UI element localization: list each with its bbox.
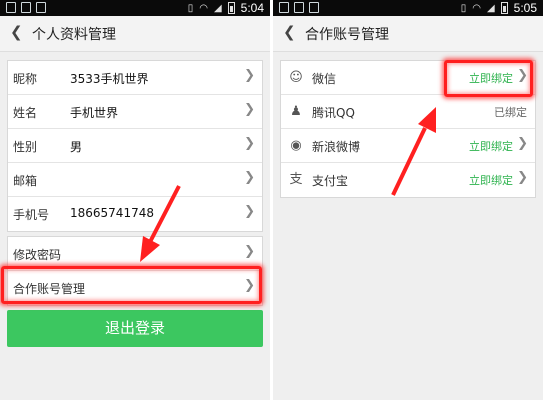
change-password-row[interactable]: 修改密码 ❯ [8,237,262,271]
account-row-qq[interactable]: ♟ 腾讯QQ 已绑定 [281,95,535,129]
account-name: 新浪微博 [312,140,361,154]
row-label: 手机号 [13,208,50,222]
profile-screen: ▯ ◠ ◢ 5:04 ❮ 个人资料管理 昵称 3533手机世界 ❯ 姓名 手机世… [0,0,270,400]
back-chevron-icon[interactable]: ❮ [10,23,23,41]
bind-now-button[interactable]: 立即绑定 [469,70,513,86]
status-bar: ▯ ◠ ◢ 5:04 [0,0,270,16]
chevron-right-icon: ❯ [517,68,528,83]
row-value: 3533手机世界 [70,72,149,86]
chevron-right-icon: ❯ [244,244,255,259]
notification-icon [279,2,289,13]
status-time: 5:04 [240,1,264,15]
vibrate-icon: ▯ [187,2,194,14]
account-row-weibo[interactable]: ◉ 新浪微博 立即绑定 ❯ [281,129,535,163]
profile-list: 昵称 3533手机世界 ❯ 姓名 手机世界 ❯ 性别 男 ❯ 邮箱 ❯ 手机号 … [7,60,263,232]
page-title: 个人资料管理 [32,27,116,43]
page-title: 合作账号管理 [305,27,389,43]
row-value: 18665741748 [70,206,154,220]
profile-row-phone[interactable]: 手机号 18665741748 ❯ [8,197,262,231]
signal-icon: ◢ [486,2,495,14]
logout-button[interactable]: 退出登录 [7,310,263,347]
status-time: 5:05 [513,1,537,15]
row-label: 合作账号管理 [13,282,86,296]
image-icon [36,2,46,13]
image-icon [309,2,319,13]
row-label: 邮箱 [13,174,38,188]
wifi-icon: ◠ [472,2,481,14]
signal-icon: ◢ [213,2,222,14]
chevron-right-icon: ❯ [244,102,255,117]
bind-now-button[interactable]: 立即绑定 [469,138,513,154]
chevron-right-icon: ❯ [244,136,255,151]
notification-icon [21,2,31,13]
battery-icon [500,2,508,14]
chevron-right-icon: ❯ [517,170,528,185]
battery-icon [227,2,235,14]
bind-now-button[interactable]: 立即绑定 [469,172,513,188]
account-name: 微信 [312,72,337,86]
row-label: 姓名 [13,106,38,120]
profile-row-nickname[interactable]: 昵称 3533手机世界 ❯ [8,61,262,95]
bound-status: 已绑定 [494,106,527,119]
row-label: 修改密码 [13,248,62,262]
chevron-right-icon: ❯ [244,278,255,293]
profile-row-email[interactable]: 邮箱 ❯ [8,163,262,197]
wechat-icon: ☺ [289,70,303,85]
partner-accounts-row[interactable]: 合作账号管理 ❯ [8,271,262,305]
profile-row-gender[interactable]: 性别 男 ❯ [8,129,262,163]
weibo-icon: ◉ [290,138,302,153]
account-row-alipay[interactable]: 支 支付宝 立即绑定 ❯ [281,163,535,197]
chevron-right-icon: ❯ [244,68,255,83]
title-bar: ❮ 个人资料管理 [0,16,270,52]
row-value: 手机世界 [70,106,119,120]
accounts-list: ☺ 微信 立即绑定 ❯ ♟ 腾讯QQ 已绑定 ◉ 新浪微博 立即绑定 ❯ 支 支… [280,60,536,198]
row-label: 性别 [13,140,38,154]
notification-icon [6,2,16,13]
account-name: 腾讯QQ [312,106,355,120]
row-value: 男 [70,140,83,154]
settings-list: 修改密码 ❯ 合作账号管理 ❯ [7,236,263,306]
chevron-right-icon: ❯ [244,170,255,185]
chevron-right-icon: ❯ [517,136,528,151]
status-bar: ▯ ◠ ◢ 5:05 [273,0,543,16]
vibrate-icon: ▯ [460,2,467,14]
row-label: 昵称 [13,72,38,86]
wifi-icon: ◠ [199,2,208,14]
back-chevron-icon[interactable]: ❮ [283,23,296,41]
partner-accounts-screen: ▯ ◠ ◢ 5:05 ❮ 合作账号管理 ☺ 微信 立即绑定 ❯ ♟ 腾讯QQ 已… [273,0,543,400]
title-bar: ❮ 合作账号管理 [273,16,543,52]
chevron-right-icon: ❯ [244,204,255,219]
account-name: 支付宝 [312,174,349,188]
account-row-wechat[interactable]: ☺ 微信 立即绑定 ❯ [281,61,535,95]
alipay-icon: 支 [289,172,303,187]
notification-icon [294,2,304,13]
profile-row-name[interactable]: 姓名 手机世界 ❯ [8,95,262,129]
qq-icon: ♟ [290,104,302,119]
